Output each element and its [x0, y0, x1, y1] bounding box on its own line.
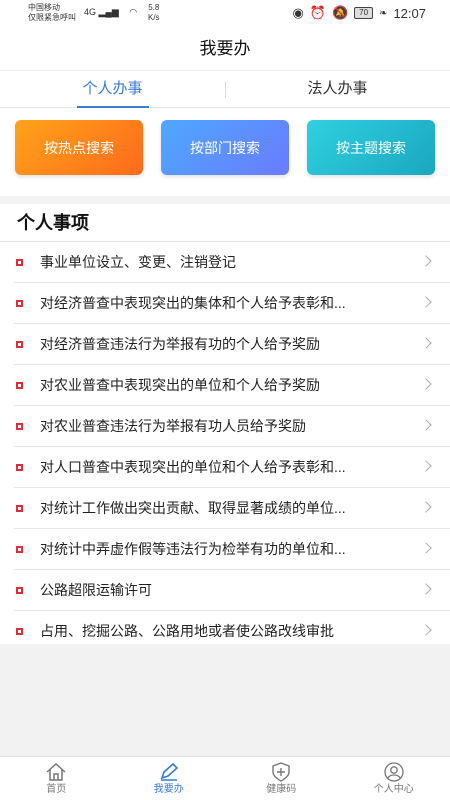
pen-icon	[158, 761, 180, 783]
network-type: 4G	[84, 7, 97, 17]
mute-icon: 🔕	[331, 5, 349, 20]
clock-time: 12:07	[393, 5, 426, 21]
nav-profile[interactable]: 个人中心	[338, 757, 450, 800]
speed-unit: K/s	[148, 13, 160, 22]
network-speed: 5.8 K/s	[148, 3, 160, 23]
list-item-label: 对统计工作做出突出贡献、取得显著成绩的单位...	[40, 500, 346, 516]
bullet-icon	[16, 628, 23, 635]
list-item-label: 对经济普查中表现突出的集体和个人给予表彰和...	[40, 295, 346, 311]
home-icon	[45, 761, 67, 783]
bullet-icon	[16, 382, 23, 389]
nav-health-code[interactable]: 健康码	[225, 757, 338, 800]
chevron-right-icon	[420, 378, 432, 390]
chevron-right-icon	[420, 624, 432, 636]
list-item[interactable]: 对人口普查中表现突出的单位和个人给予表彰和...	[14, 447, 450, 488]
bullet-icon	[16, 464, 23, 471]
list-item[interactable]: 对农业普查中表现突出的单位和个人给予奖励	[14, 365, 450, 406]
chevron-right-icon	[420, 296, 432, 308]
eye-icon: ◉	[292, 5, 304, 20]
tab-bar: 个人办事 法人办事	[0, 70, 450, 108]
user-icon	[383, 761, 405, 783]
list-item-label: 对经济普查违法行为举报有功的个人给予奖励	[40, 336, 320, 352]
carrier-info: 中国移动 仅限紧急呼叫	[28, 3, 76, 23]
list-item[interactable]: 对经济普查中表现突出的集体和个人给予表彰和...	[14, 283, 450, 324]
list-item-label: 对人口普查中表现突出的单位和个人给予表彰和...	[40, 459, 346, 475]
nav-todo-label: 我要办	[153, 784, 184, 795]
list-item[interactable]: 对农业普查违法行为举报有功人员给予奖励	[14, 406, 450, 447]
list-item-label: 对统计中弄虚作假等违法行为检举有功的单位和...	[40, 541, 346, 557]
bullet-icon	[16, 423, 23, 430]
chevron-right-icon	[420, 255, 432, 267]
page-title: 我要办	[199, 39, 251, 58]
tab-divider	[225, 82, 226, 98]
signal-indicator: 4G ▂▄▆ ◠	[84, 7, 137, 18]
search-buttons-area: 按热点搜索 按部门搜索 按主题搜索	[0, 108, 450, 196]
nav-todo[interactable]: 我要办	[113, 757, 226, 800]
leaf-icon: ❧	[379, 7, 388, 19]
list-item[interactable]: 占用、挖掘公路、公路用地或者使公路改线审批	[14, 611, 450, 652]
status-right: ◉ ⏰ 🔕 70 ❧ 12:07	[292, 5, 426, 21]
bullet-icon	[16, 259, 23, 266]
chevron-right-icon	[420, 542, 432, 554]
tab-corporate[interactable]: 法人办事	[225, 71, 450, 107]
section-title: 个人事项	[0, 204, 450, 242]
page-header: 我要办	[0, 28, 450, 70]
list-item[interactable]: 对统计工作做出突出贡献、取得显著成绩的单位...	[14, 488, 450, 529]
chevron-right-icon	[420, 419, 432, 431]
status-bar: 中国移动 仅限紧急呼叫 4G ▂▄▆ ◠ 5.8 K/s ◉ ⏰ 🔕 70 ❧ …	[0, 0, 450, 28]
bottom-nav: 首页 我要办 健康码 个人中心	[0, 756, 450, 800]
list-item[interactable]: 公路超限运输许可	[14, 570, 450, 611]
carrier-name: 中国移动	[28, 3, 60, 12]
signal-bars-icon: ▂▄▆	[98, 7, 119, 17]
alarm-icon: ⏰	[309, 5, 326, 20]
list-item[interactable]: 事业单位设立、变更、注销登记	[14, 242, 450, 283]
nav-home-label: 首页	[46, 784, 67, 795]
list-item-label: 公路超限运输许可	[40, 582, 152, 598]
chevron-right-icon	[420, 460, 432, 472]
bullet-icon	[16, 300, 23, 307]
nav-health-code-label: 健康码	[266, 784, 297, 795]
chevron-right-icon	[420, 337, 432, 349]
bullet-icon	[16, 505, 23, 512]
hot-search-button[interactable]: 按热点搜索	[15, 120, 143, 175]
shield-plus-icon	[270, 761, 292, 783]
nav-home[interactable]: 首页	[0, 757, 113, 800]
battery-indicator: 70	[354, 7, 374, 19]
chevron-right-icon	[420, 583, 432, 595]
list-item[interactable]: 对经济普查违法行为举报有功的个人给予奖励	[14, 324, 450, 365]
bullet-icon	[16, 587, 23, 594]
carrier-status: 仅限紧急呼叫	[28, 13, 76, 22]
personal-items-section: 个人事项 事业单位设立、变更、注销登记 对经济普查中表现突出的集体和个人给予表彰…	[0, 196, 450, 644]
tab-personal[interactable]: 个人办事	[0, 71, 225, 108]
topic-search-button[interactable]: 按主题搜索	[307, 120, 435, 175]
speed-value: 5.8	[148, 3, 160, 12]
list-item[interactable]: 对统计中弄虚作假等违法行为检举有功的单位和...	[14, 529, 450, 570]
list-item-label: 对农业普查中表现突出的单位和个人给予奖励	[40, 377, 320, 393]
bullet-icon	[16, 341, 23, 348]
list-item-label: 对农业普查违法行为举报有功人员给予奖励	[40, 418, 306, 434]
wifi-icon: ◠	[129, 7, 138, 17]
list-item-label: 事业单位设立、变更、注销登记	[40, 254, 236, 270]
department-search-button[interactable]: 按部门搜索	[161, 120, 289, 175]
nav-profile-label: 个人中心	[373, 784, 414, 795]
list-item-label: 占用、挖掘公路、公路用地或者使公路改线审批	[40, 623, 334, 639]
bullet-icon	[16, 546, 23, 553]
chevron-right-icon	[420, 501, 432, 513]
